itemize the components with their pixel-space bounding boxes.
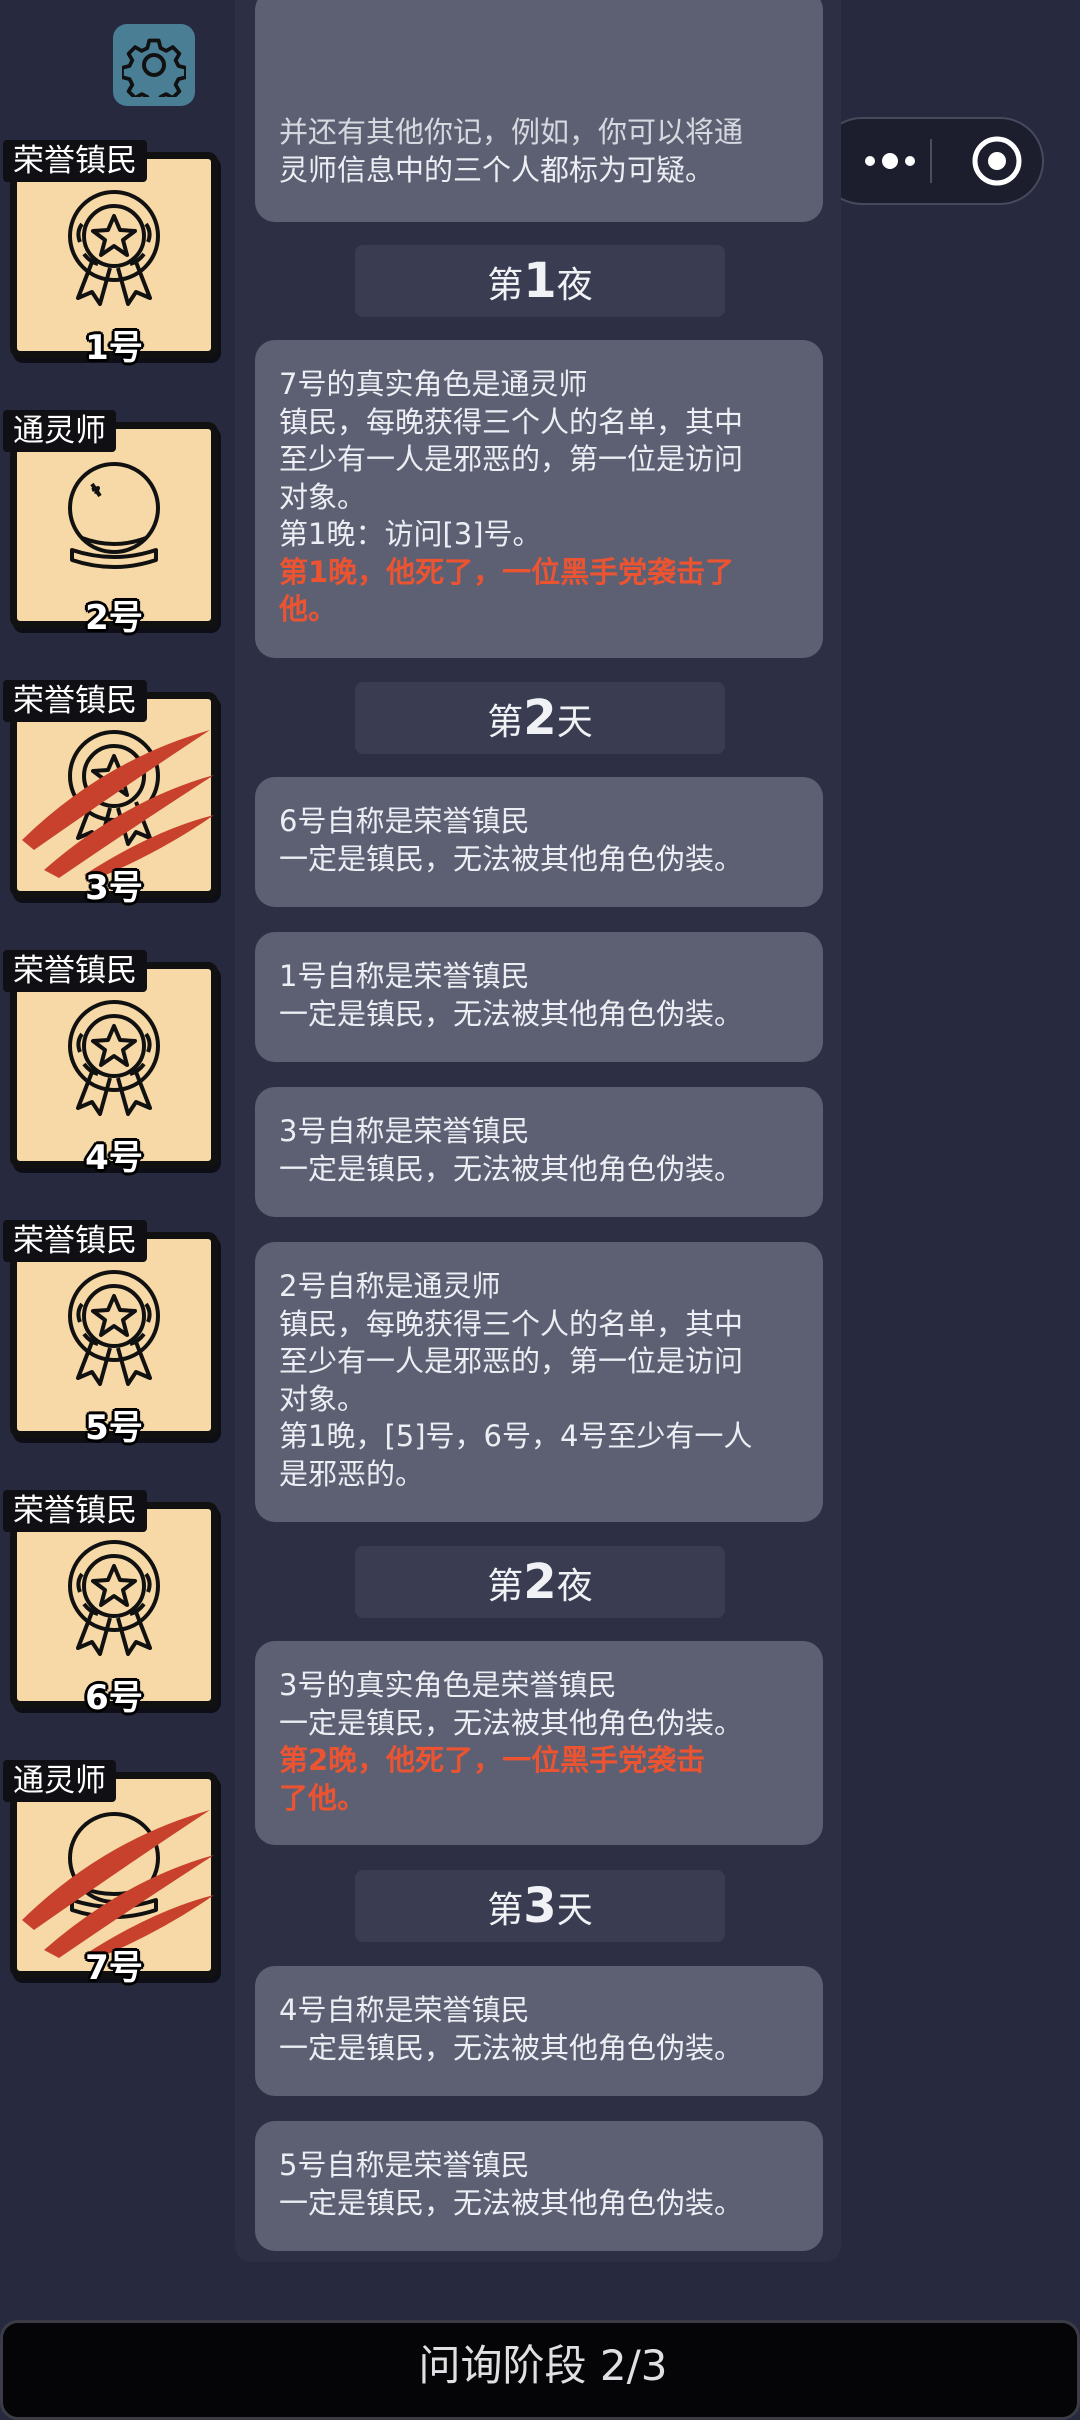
log-entry: 1号自称是荣誉镇民 一定是镇民，无法被其他角色伪装。 <box>255 932 823 1062</box>
death-alert-text: 第1晚，他死了，一位黑手党袭击了 <box>279 554 735 589</box>
player-number: 7号 <box>85 1948 143 1988</box>
log-text: 3号自称是荣誉镇民 <box>279 1114 530 1148</box>
player-number: 5号 <box>85 1408 143 1448</box>
phase-prefix: 第 <box>487 265 524 306</box>
medal-icon <box>68 1000 160 1116</box>
player-role-label: 通灵师 <box>3 1760 116 1802</box>
player-role-label: 荣誉镇民 <box>3 1220 147 1262</box>
log-entry: 3号的真实角色是荣誉镇民 一定是镇民，无法被其他角色伪装。 第2晚，他死了，一位… <box>255 1641 823 1845</box>
player-card[interactable]: 荣誉镇民 3号 <box>0 680 240 910</box>
log-text: 一定是镇民，无法被其他角色伪装。 <box>279 841 744 876</box>
more-button[interactable] <box>850 119 930 203</box>
log-text: 一定是镇民，无法被其他角色伪装。 <box>279 2185 744 2220</box>
log-text: 镇民，每晚获得三个人的名单，其中 <box>279 404 744 439</box>
medal-icon <box>68 1270 160 1386</box>
player-role-label: 荣誉镇民 <box>3 1490 147 1532</box>
medal-icon <box>68 1540 160 1656</box>
log-entry: 7号的真实角色是通灵师 镇民，每晚获得三个人的名单，其中 至少有一人是邪恶的，第… <box>255 340 823 658</box>
log-text: 一定是镇民，无法被其他角色伪装。 <box>279 1151 744 1186</box>
player-number: 3号 <box>85 868 143 908</box>
log-text: 第1晚：访问[3]号。 <box>279 517 542 551</box>
capsule-divider <box>930 139 932 183</box>
phase-number: 2 <box>523 690 557 746</box>
log-text: 一定是镇民，无法被其他角色伪装。 <box>279 2030 744 2065</box>
close-button[interactable] <box>955 119 1039 203</box>
death-alert-text: 了他。 <box>279 1780 367 1815</box>
player-number: 4号 <box>85 1138 143 1178</box>
phase-suffix: 夜 <box>556 1566 593 1607</box>
phase-header: 第2天 <box>355 682 725 754</box>
death-alert-text: 第2晚，他死了，一位黑手党袭击 <box>279 1743 706 1777</box>
stage-bar: 问询阶段 2/3 <box>0 2320 1080 2420</box>
phase-number: 1 <box>523 253 557 309</box>
log-text: 并还有其他你记，例如，你可以将通 <box>279 115 744 149</box>
log-entry: 3号自称是荣誉镇民 一定是镇民，无法被其他角色伪装。 <box>255 1087 823 1217</box>
log-text: 镇民，每晚获得三个人的名单，其中 <box>279 1306 744 1341</box>
claw-mark-icon <box>22 1810 214 1958</box>
log-entry: 5号自称是荣誉镇民 一定是镇民，无法被其他角色伪装。 <box>255 2121 823 2251</box>
player-role-label: 荣誉镇民 <box>3 950 147 992</box>
player-number: 1号 <box>85 328 143 368</box>
log-text: 7号的真实角色是通灵师 <box>279 367 588 401</box>
player-list: 荣誉镇民 1号 通灵师 2号 荣誉镇民 3号 荣誉镇民 4号 荣誉镇民 5号 荣… <box>0 0 240 2000</box>
death-alert-text: 他。 <box>279 592 338 626</box>
player-card[interactable]: 荣誉镇民 5号 <box>0 1220 240 1450</box>
log-text: 2号自称是通灵师 <box>279 1269 501 1303</box>
phase-suffix: 夜 <box>556 265 593 306</box>
player-card[interactable]: 荣誉镇民 1号 <box>0 140 240 370</box>
phase-header: 第1夜 <box>355 245 725 317</box>
log-text: 至少有一人是邪恶的，第一位是访问 <box>279 442 744 476</box>
player-card[interactable]: 荣誉镇民 6号 <box>0 1490 240 1720</box>
log-text: 灵师信息中的三个人都标为可疑。 <box>279 152 715 187</box>
player-card[interactable]: 通灵师 7号 <box>0 1760 240 1990</box>
log-text: 5号自称是荣誉镇民 <box>279 2148 530 2182</box>
log-entry: 4号自称是荣誉镇民 一定是镇民，无法被其他角色伪装。 <box>255 1966 823 2096</box>
player-card[interactable]: 通灵师 2号 <box>0 410 240 640</box>
player-role-label: 荣誉镇民 <box>3 680 147 722</box>
medal-icon <box>68 190 160 306</box>
phase-suffix: 天 <box>556 1890 593 1931</box>
phase-number: 2 <box>523 1554 557 1610</box>
log-text: 至少有一人是邪恶的，第一位是访问 <box>279 1344 744 1378</box>
log-entry: 2号自称是通灵师 镇民，每晚获得三个人的名单，其中 至少有一人是邪恶的，第一位是… <box>255 1242 823 1522</box>
log-text: 3号的真实角色是荣誉镇民 <box>279 1668 617 1702</box>
player-role-label: 荣誉镇民 <box>3 140 147 182</box>
phase-header: 第3天 <box>355 1870 725 1942</box>
crystal-ball-icon <box>68 462 160 569</box>
log-entry: 并还有其他你记，例如，你可以将通 灵师信息中的三个人都标为可疑。 <box>255 0 823 222</box>
phase-number: 3 <box>523 1878 557 1934</box>
phase-prefix: 第 <box>487 702 524 743</box>
log-text: 6号自称是荣誉镇民 <box>279 804 530 838</box>
log-text: 对象。 <box>279 1381 367 1416</box>
player-card[interactable]: 荣誉镇民 4号 <box>0 950 240 1180</box>
log-text: 1号自称是荣誉镇民 <box>279 959 530 993</box>
log-text: 第1晚，[5]号，6号，4号至少有一人 <box>279 1419 753 1453</box>
phase-prefix: 第 <box>487 1890 524 1931</box>
mini-program-capsule <box>818 117 1044 205</box>
log-text: 一定是镇民，无法被其他角色伪装。 <box>279 996 744 1031</box>
phase-header: 第2夜 <box>355 1546 725 1618</box>
player-number: 6号 <box>85 1678 143 1718</box>
claw-mark-icon <box>22 730 214 878</box>
phase-suffix: 天 <box>556 702 593 743</box>
stage-label: 问询阶段 2/3 <box>418 2341 668 2390</box>
log-text: 4号自称是荣誉镇民 <box>279 1993 530 2027</box>
log-text: 是邪恶的。 <box>279 1456 425 1491</box>
log-text: 对象。 <box>279 479 367 514</box>
phase-prefix: 第 <box>487 1566 524 1607</box>
log-entry: 6号自称是荣誉镇民 一定是镇民，无法被其他角色伪装。 <box>255 777 823 907</box>
player-role-label: 通灵师 <box>3 410 116 452</box>
player-number: 2号 <box>85 598 143 638</box>
more-dots-icon <box>865 153 915 169</box>
log-text: 一定是镇民，无法被其他角色伪装。 <box>279 1705 744 1740</box>
target-circle-icon <box>972 136 1022 186</box>
